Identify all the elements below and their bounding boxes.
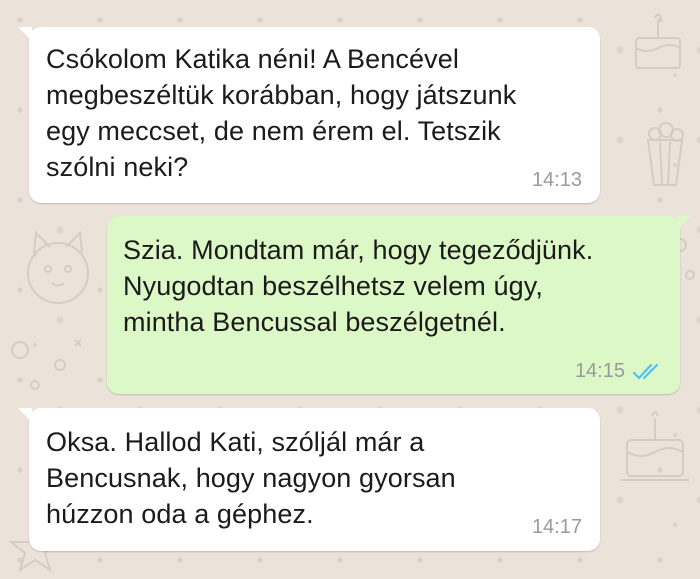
message-timestamp: 14:15 xyxy=(574,360,625,382)
cat-doodle-icon xyxy=(27,230,89,304)
cake-doodle-icon xyxy=(635,13,681,69)
bubble-tail xyxy=(18,408,32,422)
message-bubble-outgoing[interactable]: Szia. Mondtam már, hogy tegeződjünk. Nyu… xyxy=(107,216,691,394)
message-text: Csókolom Katika néni! A Bencével megbesz… xyxy=(46,44,517,182)
double-check-read-icon xyxy=(632,363,659,380)
popcorn-doodle-icon xyxy=(646,122,684,186)
message-timestamp: 14:13 xyxy=(531,169,582,191)
dots-doodle-icon xyxy=(11,339,82,390)
bubble-tail xyxy=(677,216,691,230)
cake-doodle-icon-2 xyxy=(621,411,689,481)
message-text: Szia. Mondtam már, hogy tegeződjünk. Nyu… xyxy=(123,235,594,337)
message-timestamp: 14:17 xyxy=(531,516,582,538)
message-bubble-incoming[interactable]: Csókolom Katika néni! A Bencével megbesz… xyxy=(18,27,600,203)
message-bubble-incoming[interactable]: Oksa. Hallod Kati, szóljál már a Bencusn… xyxy=(18,408,600,551)
message-text: Oksa. Hallod Kati, szóljál már a Bencusn… xyxy=(46,427,456,529)
bubble-tail xyxy=(18,27,32,41)
